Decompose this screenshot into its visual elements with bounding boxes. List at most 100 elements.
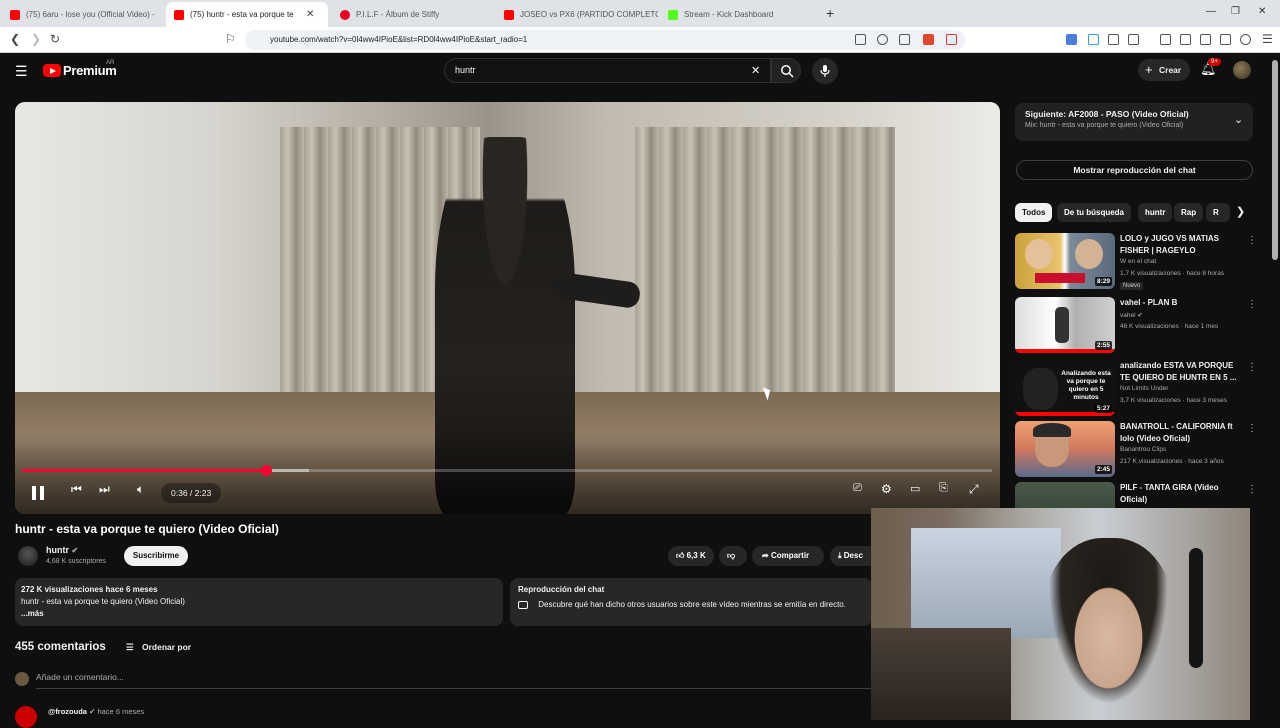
vpn-icon[interactable] [1240, 34, 1251, 45]
new-tab-button[interactable]: + [826, 5, 834, 21]
playlist-next-panel[interactable]: Siguiente: AF2008 - PASO (Video Oficial)… [1015, 103, 1253, 141]
create-button[interactable]: + Crear [1138, 59, 1190, 81]
recommendation-thumbnail[interactable]: Analizando esta va porque te quiero en 5… [1015, 360, 1115, 416]
comments-count: 455 comentarios [15, 641, 106, 653]
close-tab-icon[interactable]: ✕ [306, 9, 314, 20]
video-player[interactable]: ⏮︎ ⏭︎ 🔈︎ 0:36 / 2:23 ⎚ ⚙︎ ▭ ⎘ ⤢ [15, 102, 1000, 514]
chip-huntr[interactable]: huntr [1138, 203, 1173, 222]
wallet-icon[interactable] [1200, 34, 1211, 45]
more-options-icon[interactable]: ⋮ [1247, 362, 1257, 373]
recommendation-item[interactable]: 2:45 BANATROLL - CALIFORNIA ft lolo (Vid… [1015, 421, 1265, 481]
fullscreen-icon[interactable]: ⤢ [969, 482, 979, 497]
download-button[interactable]: ⤓ Desc [830, 546, 872, 566]
browser-tab[interactable]: (75) 6aru - lose you (Official Video) - [2, 2, 164, 27]
pause-button[interactable] [25, 481, 51, 505]
cast-icon[interactable]: ⎘ [939, 482, 948, 495]
more-options-icon[interactable]: ⋮ [1247, 235, 1257, 246]
forward-icon[interactable]: ❯ [31, 32, 41, 46]
restore-icon[interactable]: ❐ [1231, 6, 1240, 17]
zoom-icon[interactable] [877, 34, 888, 45]
recommendation-title[interactable]: vahel - PLAN B [1120, 297, 1240, 309]
pause-icon [32, 486, 36, 500]
channel-name[interactable]: huntr ✔︎ [46, 545, 78, 555]
reload-icon[interactable]: ↻ [50, 32, 60, 46]
recommendation-channel[interactable]: Not Limits Under [1120, 385, 1168, 392]
browser-tab[interactable]: P.I.L.F - Álbum de Stiffy [332, 2, 494, 27]
menu-icon[interactable]: ☰ [1262, 32, 1273, 46]
scrollbar-thumb[interactable] [1272, 60, 1278, 260]
browser-tab[interactable]: JOSEO vs PX6 (PARTIDO COMPLETO [496, 2, 658, 27]
youtube-logo-icon[interactable] [43, 64, 61, 77]
like-button[interactable]: 👍︎ 6,3 K [668, 546, 714, 566]
recommendation-item[interactable]: PILF - TANTA GIRA (Video Oficial) ⋮ [1015, 482, 1265, 508]
chip-rap[interactable]: Rap [1174, 203, 1204, 222]
sort-button[interactable]: ☰ Ordenar por [126, 642, 191, 653]
volume-icon[interactable]: 🔈︎ [137, 482, 144, 497]
chip-more[interactable]: R [1206, 203, 1230, 222]
recommendation-channel[interactable]: Banantrou Clips [1120, 446, 1166, 453]
sidebar-icon[interactable] [1180, 34, 1191, 45]
recommendation-title[interactable]: analizando ESTA VA PORQUE TE QUIERO DE H… [1120, 360, 1240, 383]
user-avatar[interactable] [1233, 61, 1251, 79]
subscribe-button[interactable]: Suscribirme [124, 546, 188, 566]
recommendation-thumbnail[interactable]: 2:55 [1015, 297, 1115, 353]
browser-tab-active[interactable]: (75) huntr - esta va porque te ✕ [166, 2, 328, 27]
comment-author[interactable]: @frozouda [48, 707, 87, 716]
clear-search-icon[interactable]: ✕ [751, 64, 760, 77]
previous-icon[interactable]: ⏮︎ [71, 482, 82, 497]
recommendation-title[interactable]: PILF - TANTA GIRA (Video Oficial) [1120, 482, 1240, 505]
thumbs-down-icon: 👎︎ [727, 551, 736, 560]
description-box[interactable]: 272 K visualizaciones hace 6 meses huntr… [15, 578, 503, 626]
more-options-icon[interactable]: ⋮ [1247, 423, 1257, 434]
brave-shield-icon[interactable] [923, 34, 934, 45]
more-options-icon[interactable]: ⋮ [1247, 484, 1257, 495]
share-button[interactable]: ➦ Compartir [752, 546, 824, 566]
translate-icon[interactable] [1066, 34, 1077, 45]
browser-tab[interactable]: Stream - Kick Dashboard [660, 2, 822, 27]
chevron-down-icon[interactable]: ⌄ [1234, 113, 1243, 126]
chip-search[interactable]: De tu búsqueda [1057, 203, 1132, 222]
miniplayer-icon[interactable]: ▭ [910, 482, 920, 495]
recommendation-title[interactable]: LOLO y JUGO VS MATIAS FISHER | RAGEYLO [1120, 233, 1240, 256]
comment-input[interactable]: Añade un comentario... [36, 672, 872, 689]
music-icon[interactable] [1160, 34, 1171, 45]
cast-icon[interactable] [855, 34, 866, 45]
close-window-icon[interactable]: ✕ [1258, 6, 1266, 17]
progress-bar[interactable] [22, 465, 992, 476]
voice-search-button[interactable] [812, 58, 838, 84]
search-button[interactable] [771, 58, 801, 83]
share-icon[interactable] [899, 34, 910, 45]
hamburger-menu-icon[interactable]: ☰ [15, 63, 28, 80]
recommendation-thumbnail[interactable] [1015, 482, 1115, 508]
dislike-button[interactable]: 👎︎ [719, 546, 747, 566]
ai-icon[interactable] [1220, 34, 1231, 45]
more-options-icon[interactable]: ⋮ [1247, 299, 1257, 310]
settings-gear-icon[interactable]: ⚙︎ [881, 482, 892, 496]
channel-avatar[interactable] [18, 546, 38, 566]
recommendation-channel[interactable]: W en el chat [1120, 258, 1156, 265]
recommendation-channel[interactable]: vahel ✔︎ [1120, 311, 1143, 319]
chevron-right-icon[interactable]: ❯ [1236, 205, 1245, 218]
minimize-icon[interactable]: — [1206, 6, 1216, 17]
extension-icon[interactable] [1088, 34, 1099, 45]
back-icon[interactable]: ❮ [10, 32, 20, 46]
scrollbar[interactable] [1272, 60, 1278, 715]
bookmark-icon[interactable]: ⚐ [225, 32, 236, 46]
commenter-avatar[interactable] [15, 706, 37, 728]
recommendation-title[interactable]: BANATROLL - CALIFORNIA ft lolo (Video Of… [1120, 421, 1240, 444]
chat-replay-box[interactable]: Reproducción del chat Descubre qué han d… [510, 578, 872, 626]
next-icon[interactable]: ⏭︎ [99, 482, 110, 497]
recommendation-thumbnail[interactable]: 8:29 [1015, 233, 1115, 289]
rewards-icon[interactable] [946, 34, 957, 45]
show-chat-replay-button[interactable]: Mostrar reproducción del chat [1016, 160, 1253, 180]
screenshot-icon[interactable] [1128, 34, 1139, 45]
recommendation-item[interactable]: 2:55 vahel - PLAN B vahel ✔︎ 46 K visual… [1015, 297, 1265, 357]
show-more-link[interactable]: ...más [21, 608, 497, 620]
recommendation-item[interactable]: 8:29 LOLO y JUGO VS MATIAS FISHER | RAGE… [1015, 233, 1265, 293]
puzzle-icon[interactable] [1108, 34, 1119, 45]
chip-todos[interactable]: Todos [1015, 203, 1053, 222]
recommendation-item[interactable]: Analizando esta va porque te quiero en 5… [1015, 360, 1265, 420]
recommendation-thumbnail[interactable]: 2:45 [1015, 421, 1115, 477]
search-input[interactable]: huntr [444, 58, 771, 83]
subtitles-icon[interactable]: ⎚ [853, 482, 862, 495]
